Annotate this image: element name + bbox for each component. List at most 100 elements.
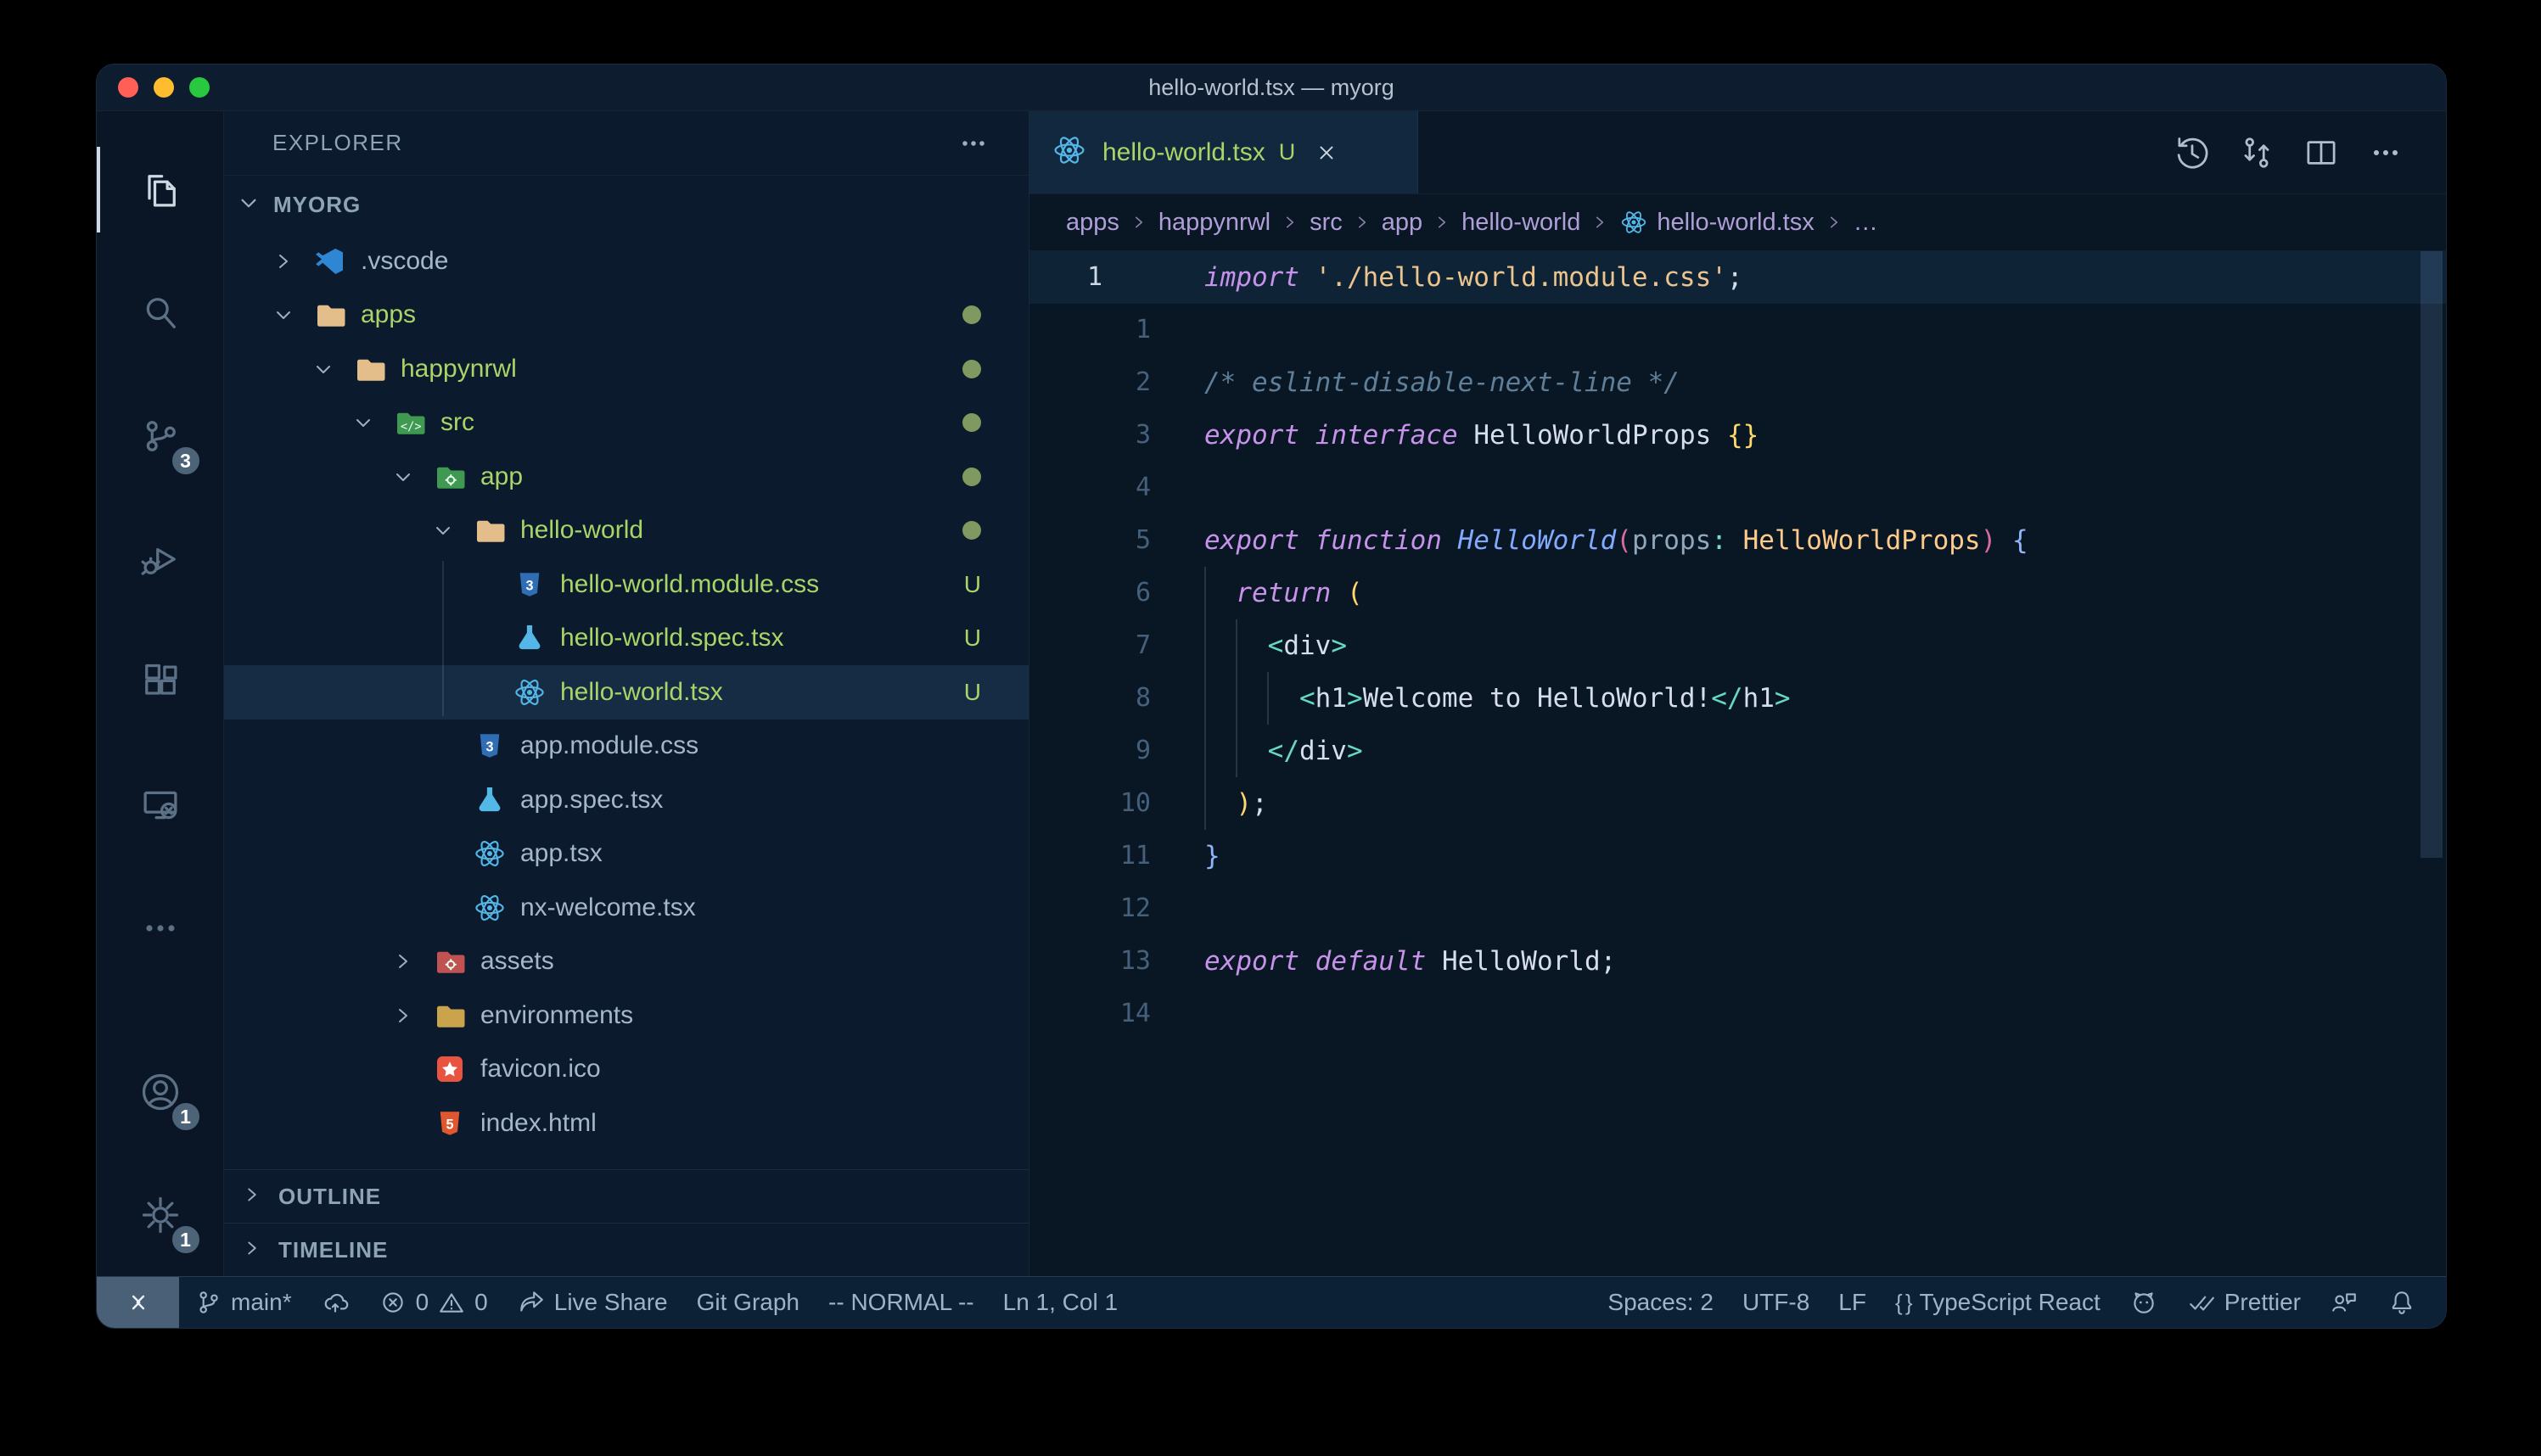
css-icon: 3: [512, 567, 547, 602]
breadcrumb-item-app[interactable]: app: [1382, 209, 1422, 237]
code-line[interactable]: 12: [1029, 882, 2446, 935]
line-number: 6: [1029, 567, 1151, 619]
line-text: }: [1151, 830, 1220, 882]
code-editor[interactable]: 1import './hello-world.module.css';12/* …: [1029, 251, 2446, 1276]
code-line[interactable]: 2/* eslint-disable-next-line */: [1029, 356, 2446, 409]
tree-item-index-html[interactable]: 5index.html: [224, 1096, 1029, 1151]
close-window-button[interactable]: [118, 77, 138, 98]
activity-bar-item-extensions[interactable]: [97, 620, 224, 743]
tree-item-hello-world-module-css[interactable]: 3hello-world.module.cssU: [224, 557, 1029, 612]
tree-item-app-tsx[interactable]: app.tsx: [224, 827, 1029, 882]
code-line[interactable]: 14: [1029, 988, 2446, 1040]
tab-hello-world-tsx[interactable]: hello-world.tsx U: [1029, 111, 1418, 193]
code-line[interactable]: 1import './hello-world.module.css';: [1029, 251, 2446, 304]
code-line[interactable]: 1: [1029, 304, 2446, 356]
tree-item-app[interactable]: app: [224, 450, 1029, 504]
open-changes-icon[interactable]: [2230, 126, 2283, 179]
split-editor-icon[interactable]: [2295, 126, 2347, 179]
activity-bar-item-run-debug[interactable]: [97, 497, 224, 620]
search-icon: [138, 291, 182, 335]
tree-item-hello-world-tsx[interactable]: hello-world.tsxU: [224, 665, 1029, 720]
chevron-right-icon: [1351, 211, 1373, 233]
tree-item-nx-welcome-tsx[interactable]: nx-welcome.tsx: [224, 881, 1029, 935]
tree-item-src[interactable]: </>src: [224, 396, 1029, 451]
activity-bar-item-more-views[interactable]: [97, 866, 224, 989]
status-item-feedback[interactable]: [2315, 1277, 2373, 1328]
tree-item-hello-world[interactable]: hello-world: [224, 504, 1029, 558]
breadcrumb-item-happynrwl[interactable]: happynrwl: [1158, 209, 1270, 237]
line-number: 3: [1029, 409, 1151, 462]
run-debug-icon: [138, 537, 182, 581]
explorer-title: EXPLORER: [272, 130, 403, 156]
panel-label: TIMELINE: [278, 1237, 388, 1263]
status-item-label: Git Graph: [697, 1289, 799, 1316]
code-line[interactable]: 11}: [1029, 830, 2446, 882]
tree-item-favicon-ico[interactable]: favicon.ico: [224, 1043, 1029, 1097]
status-item-problems[interactable]: 00: [364, 1277, 502, 1328]
code-line[interactable]: 9 </div>: [1029, 725, 2446, 777]
breadcrumb-item--[interactable]: …: [1854, 209, 1878, 237]
status-item-git-graph[interactable]: Git Graph: [682, 1277, 814, 1328]
editor-scrollbar[interactable]: [2420, 251, 2443, 858]
explorer-more-actions-icon[interactable]: [956, 126, 990, 160]
code-line[interactable]: 7 <div>: [1029, 619, 2446, 672]
panel-timeline[interactable]: TIMELINE: [224, 1223, 1029, 1276]
tab-bar: hello-world.tsx U: [1029, 111, 2446, 194]
status-item-sync-changes[interactable]: [306, 1277, 364, 1328]
status-item-cursor-position[interactable]: Ln 1, Col 1: [989, 1277, 1132, 1328]
activity-bar-item-search[interactable]: [97, 251, 224, 374]
tree-item-environments[interactable]: environments: [224, 988, 1029, 1043]
line-text: export interface HelloWorldProps {}: [1151, 409, 1759, 462]
tree-item-assets[interactable]: assets: [224, 935, 1029, 989]
tree-item-apps[interactable]: apps: [224, 288, 1029, 343]
code-line[interactable]: 10 );: [1029, 777, 2446, 830]
code-line[interactable]: 4: [1029, 462, 2446, 514]
activity-bar-item-accounts[interactable]: 1: [97, 1030, 224, 1153]
code-line[interactable]: 6 return (: [1029, 567, 2446, 619]
line-text: export function HelloWorld(props: HelloW…: [1151, 514, 2028, 567]
breadcrumb-item-src[interactable]: src: [1310, 209, 1343, 237]
status-item-label: Live Share: [554, 1289, 668, 1316]
minimize-window-button[interactable]: [154, 77, 174, 98]
status-item-notifications[interactable]: [2373, 1277, 2431, 1328]
workspace-section-myorg[interactable]: MYORG: [224, 175, 1029, 234]
panel-outline[interactable]: OUTLINE: [224, 1169, 1029, 1223]
activity-bar-item-settings[interactable]: 1: [97, 1153, 224, 1276]
traffic-lights: [118, 64, 210, 110]
chevron-right-icon: [270, 248, 312, 275]
zoom-window-button[interactable]: [189, 77, 210, 98]
folder-tan-icon: [472, 512, 508, 548]
status-item-vim-mode[interactable]: -- NORMAL --: [814, 1277, 989, 1328]
status-item-github[interactable]: [2115, 1277, 2173, 1328]
tree-item-app-spec-tsx[interactable]: app.spec.tsx: [224, 773, 1029, 827]
tree-item-hello-world-spec-tsx[interactable]: hello-world.spec.tsxU: [224, 612, 1029, 666]
chevron-down-icon: [350, 409, 392, 436]
close-tab-icon[interactable]: [1314, 140, 1339, 165]
tab-label: hello-world.tsx: [1102, 138, 1265, 167]
status-item-live-share[interactable]: Live Share: [502, 1277, 682, 1328]
status-item-prettier[interactable]: Prettier: [2173, 1277, 2315, 1328]
code-line[interactable]: 5export function HelloWorld(props: Hello…: [1029, 514, 2446, 567]
tree-item-happynrwl[interactable]: happynrwl: [224, 342, 1029, 396]
activity-bar-item-remote-explorer[interactable]: [97, 743, 224, 866]
code-line[interactable]: 3export interface HelloWorldProps {}: [1029, 409, 2446, 462]
status-item-language-mode[interactable]: { }TypeScript React: [1881, 1277, 2115, 1328]
breadcrumb-item-hello-world[interactable]: hello-world: [1461, 209, 1580, 237]
status-item-eol[interactable]: LF: [1824, 1277, 1881, 1328]
code-line[interactable]: 13export default HelloWorld;: [1029, 935, 2446, 988]
more-actions-icon[interactable]: [2359, 126, 2412, 179]
remote-indicator[interactable]: [97, 1277, 179, 1328]
status-item-git-branch[interactable]: main*: [179, 1277, 306, 1328]
status-item-label: 0: [474, 1289, 488, 1316]
activity-bar-item-explorer[interactable]: [97, 128, 224, 251]
error-icon: [379, 1288, 407, 1317]
tree-item--vscode[interactable]: .vscode: [224, 234, 1029, 288]
code-line[interactable]: 8 <h1>Welcome to HelloWorld!</h1>: [1029, 672, 2446, 725]
status-item-indentation[interactable]: Spaces: 2: [1593, 1277, 1728, 1328]
open-timeline-icon[interactable]: [2166, 126, 2218, 179]
status-item-encoding[interactable]: UTF-8: [1728, 1277, 1824, 1328]
activity-bar-item-source-control[interactable]: 3: [97, 374, 224, 497]
breadcrumb-item-apps[interactable]: apps: [1066, 209, 1119, 237]
breadcrumb-item-hello-world-tsx[interactable]: hello-world.tsx: [1619, 208, 1814, 237]
tree-item-app-module-css[interactable]: 3app.module.css: [224, 720, 1029, 774]
